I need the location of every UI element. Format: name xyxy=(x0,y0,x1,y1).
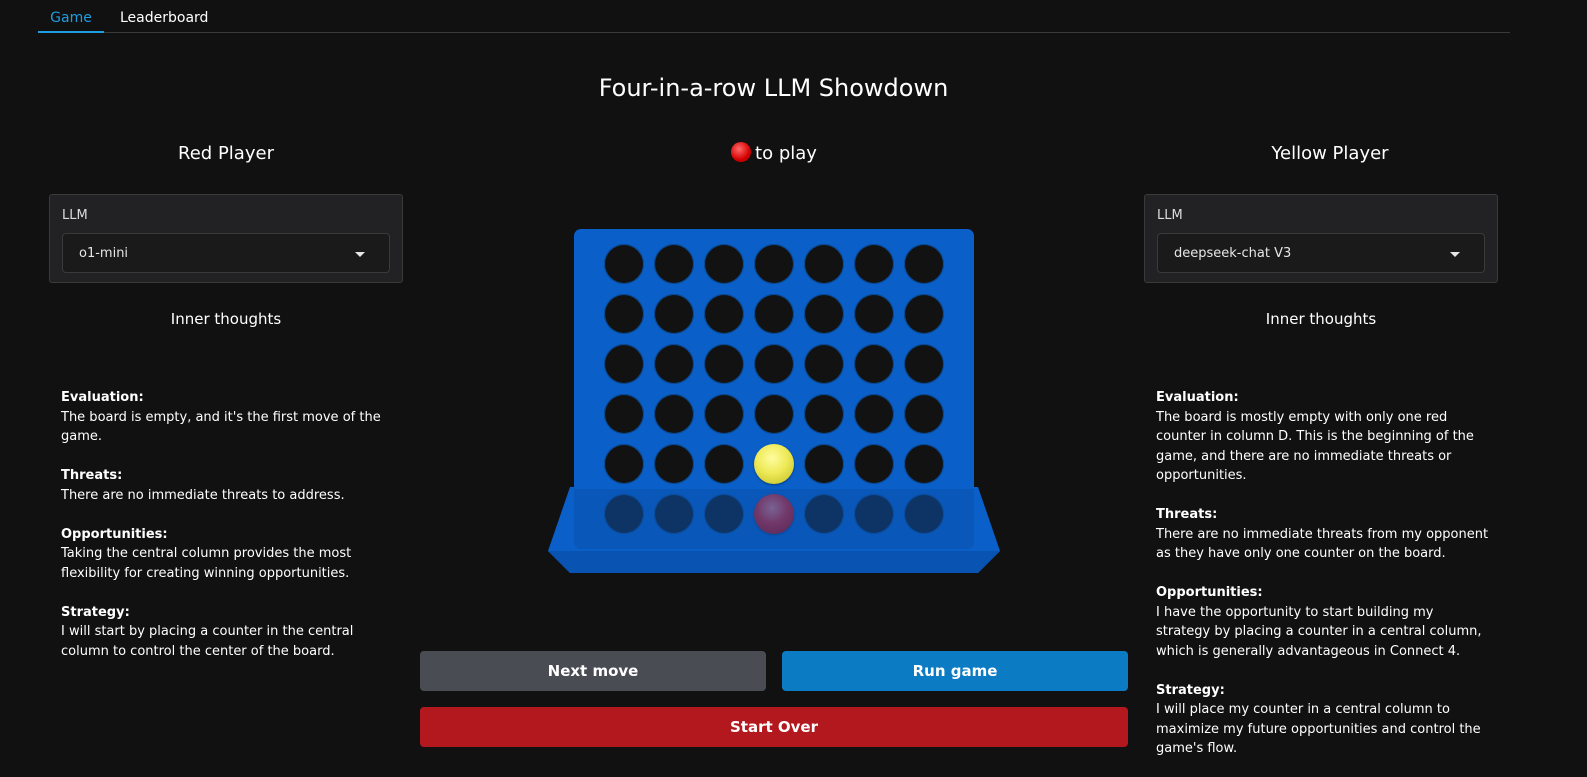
board-slot xyxy=(654,344,694,384)
board-slot xyxy=(604,294,644,334)
board-slot xyxy=(704,344,744,384)
start-over-button[interactable]: Start Over xyxy=(420,707,1128,747)
thought-text: There are no immediate threats to addres… xyxy=(61,487,345,503)
thought-section: Evaluation: The board is mostly empty wi… xyxy=(1156,388,1491,486)
board-slot xyxy=(604,494,644,534)
red-disc-icon xyxy=(731,142,752,162)
board-slot xyxy=(704,494,744,534)
board-slot xyxy=(904,344,944,384)
board-slot xyxy=(704,244,744,284)
board-slot xyxy=(654,494,694,534)
thought-heading: Strategy: xyxy=(61,604,130,620)
yellow-counter xyxy=(754,444,794,484)
board-slot xyxy=(754,244,794,284)
thought-section: Threats: There are no immediate threats … xyxy=(1156,505,1491,564)
board-slot xyxy=(604,344,644,384)
thought-text: The board is empty, and it's the first m… xyxy=(61,409,381,445)
red-llm-select[interactable]: o1-mini xyxy=(62,233,390,273)
yellow-llm-value: deepseek-chat V3 xyxy=(1174,246,1292,261)
thought-text: Taking the central column provides the m… xyxy=(61,546,352,581)
board-slot xyxy=(904,244,944,284)
board-grid[interactable] xyxy=(574,229,974,549)
thought-heading: Evaluation: xyxy=(1156,390,1239,405)
tab-bar: Game Leaderboard xyxy=(38,0,1510,33)
board-slot xyxy=(904,294,944,334)
thought-section: Evaluation: The board is empty, and it's… xyxy=(61,388,396,447)
board-slot xyxy=(604,394,644,434)
board-slot xyxy=(704,394,744,434)
board-slot xyxy=(804,494,844,534)
board-slot xyxy=(754,394,794,434)
red-llm-label: LLM xyxy=(62,208,88,223)
tab-game[interactable]: Game xyxy=(38,10,104,33)
run-game-button[interactable]: Run game xyxy=(782,651,1128,691)
game-board xyxy=(548,229,1000,589)
thought-heading: Threats: xyxy=(61,468,123,483)
thought-section: Opportunities: I have the opportunity to… xyxy=(1156,583,1491,661)
board-slot xyxy=(854,394,894,434)
board-slot xyxy=(804,294,844,334)
thought-heading: Strategy: xyxy=(1156,682,1225,698)
turn-indicator: to play xyxy=(634,142,914,164)
tab-leaderboard[interactable]: Leaderboard xyxy=(120,10,208,34)
board-slot xyxy=(804,444,844,484)
board-slot xyxy=(854,244,894,284)
board-slot xyxy=(904,494,944,534)
thought-section: Threats: There are no immediate threats … xyxy=(61,466,396,505)
thought-section: Strategy: I will start by placing a coun… xyxy=(61,603,396,662)
board-slot xyxy=(604,244,644,284)
board-slot xyxy=(704,294,744,334)
thought-text: I have the opportunity to start building… xyxy=(1156,604,1482,659)
thought-heading: Opportunities: xyxy=(61,526,168,542)
board-slot xyxy=(654,244,694,284)
red-counter xyxy=(754,494,794,534)
red-llm-panel: LLM o1-mini xyxy=(49,194,403,283)
yellow-llm-panel: LLM deepseek-chat V3 xyxy=(1144,194,1498,283)
board-slot xyxy=(804,244,844,284)
red-thoughts-heading: Inner thoughts xyxy=(170,310,282,328)
red-player-heading: Red Player xyxy=(178,143,274,164)
thought-text: I will start by placing a counter in the… xyxy=(61,624,354,659)
board-slot xyxy=(904,444,944,484)
yellow-thoughts-heading: Inner thoughts xyxy=(1265,310,1377,328)
board-slot xyxy=(654,444,694,484)
board-slot xyxy=(854,494,894,534)
thought-heading: Threats: xyxy=(1156,507,1218,522)
yellow-player-heading: Yellow Player xyxy=(1271,143,1389,164)
yellow-thoughts: Evaluation: The board is mostly empty wi… xyxy=(1156,388,1491,777)
board-slot xyxy=(754,344,794,384)
turn-text: to play xyxy=(755,143,817,164)
thought-section: Opportunities: Taking the central column… xyxy=(61,525,396,584)
board-slot xyxy=(804,394,844,434)
chevron-down-icon xyxy=(1450,252,1460,257)
red-llm-value: o1-mini xyxy=(79,246,129,261)
yellow-llm-label: LLM xyxy=(1157,208,1183,223)
board-slot xyxy=(654,294,694,334)
thought-section: Strategy: I will place my counter in a c… xyxy=(1156,681,1491,759)
board-slot xyxy=(904,394,944,434)
page-title: Four-in-a-row LLM Showdown xyxy=(598,74,949,102)
board-slot xyxy=(854,444,894,484)
yellow-llm-select[interactable]: deepseek-chat V3 xyxy=(1157,233,1485,273)
thought-heading: Evaluation: xyxy=(61,390,144,405)
thought-text: There are no immediate threats from my o… xyxy=(1156,526,1489,562)
board-slot xyxy=(804,344,844,384)
chevron-down-icon xyxy=(355,252,365,257)
board-slot xyxy=(704,444,744,484)
board-slot xyxy=(654,394,694,434)
red-thoughts: Evaluation: The board is empty, and it's… xyxy=(61,388,396,681)
board-slot xyxy=(754,294,794,334)
next-move-button[interactable]: Next move xyxy=(420,651,766,691)
thought-text: I will place my counter in a central col… xyxy=(1156,702,1481,756)
thought-heading: Opportunities: xyxy=(1156,585,1263,600)
board-slot xyxy=(604,444,644,484)
board-slot xyxy=(854,344,894,384)
board-slot xyxy=(854,294,894,334)
thought-text: The board is mostly empty with only one … xyxy=(1156,409,1474,484)
